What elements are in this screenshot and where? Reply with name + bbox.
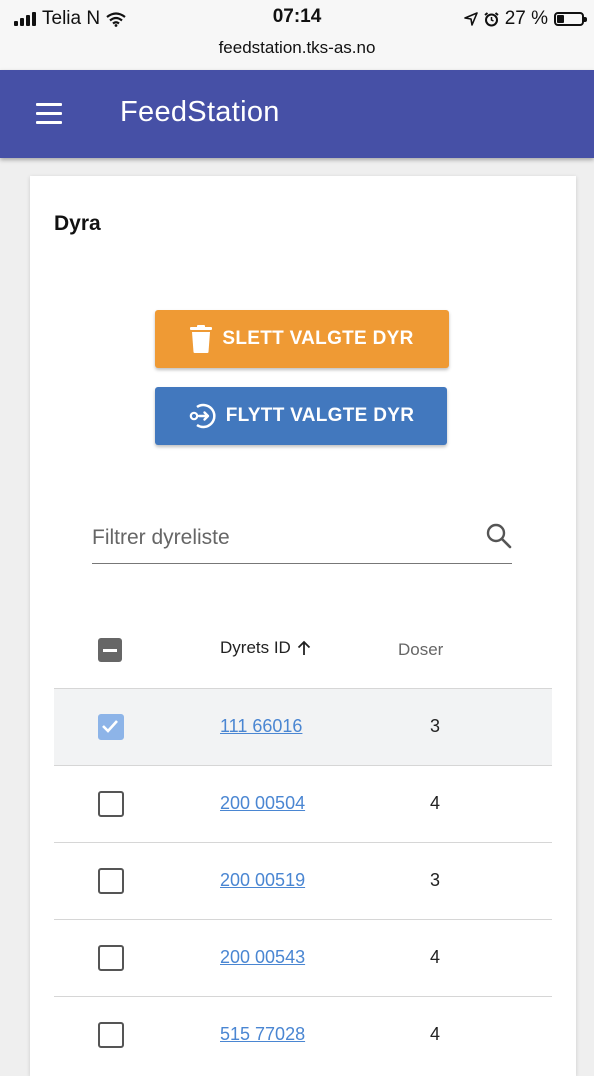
column-header-id-label: Dyrets ID	[220, 638, 291, 657]
doses-value: 4	[430, 793, 441, 813]
row-checkbox[interactable]	[98, 791, 124, 817]
card-title: Dyra	[54, 212, 101, 235]
search-icon[interactable]	[486, 523, 512, 549]
arrow-up-icon	[297, 640, 310, 655]
move-selected-label: FLYTT VALGTE DYR	[225, 405, 415, 426]
select-all-checkbox[interactable]	[98, 638, 122, 662]
animal-id-link[interactable]: 200 00504	[220, 793, 305, 814]
status-right: 27 %	[463, 8, 587, 30]
row-checkbox[interactable]	[98, 945, 124, 971]
battery-percent: 27 %	[504, 8, 548, 29]
doses-value: 4	[430, 1024, 441, 1044]
animal-id-link[interactable]: 200 00543	[220, 947, 305, 968]
checkmark-icon	[102, 720, 118, 733]
table-row[interactable]: 515 77028 4	[54, 996, 552, 1073]
animal-id-link[interactable]: 200 00519	[220, 870, 305, 891]
doses-value: 3	[430, 870, 441, 890]
delete-selected-label: SLETT VALGTE DYR	[222, 328, 414, 349]
location-icon	[463, 12, 478, 26]
table-row[interactable]: 200 00519 3	[54, 842, 552, 919]
app-title: FeedStation	[120, 96, 280, 128]
alarm-icon	[484, 11, 499, 26]
row-checkbox[interactable]	[98, 714, 124, 740]
table-row[interactable]: 200 00504 4	[54, 765, 552, 842]
column-header-doses: Doser	[398, 640, 444, 659]
animal-id-link[interactable]: 515 77028	[220, 1024, 305, 1045]
row-checkbox[interactable]	[98, 1022, 124, 1048]
trash-icon	[190, 325, 213, 353]
animals-card: Dyra SLETT VALGTE DYR FLYTT VALGTE DYR D…	[30, 176, 576, 1076]
delete-selected-button[interactable]: SLETT VALGTE DYR	[155, 310, 449, 368]
move-icon	[189, 403, 216, 429]
animal-table-body: 111 66016 3 200 00504 4 200 00519 3 200 …	[54, 688, 552, 1073]
url-label: feedstation.tks-as.no	[218, 38, 376, 57]
table-header: Dyrets ID Doser	[54, 616, 574, 688]
filter-input[interactable]	[92, 523, 452, 553]
row-checkbox[interactable]	[98, 868, 124, 894]
filter-field	[92, 517, 512, 564]
status-bar: Telia N 07:14 feedstation.tks-as.no 27 %	[0, 0, 594, 70]
doses-value: 3	[430, 716, 441, 736]
hamburger-menu-icon[interactable]	[36, 103, 64, 125]
table-row[interactable]: 200 00543 4	[54, 919, 552, 996]
table-row[interactable]: 111 66016 3	[54, 688, 552, 765]
app-bar: FeedStation	[0, 70, 594, 158]
move-selected-button[interactable]: FLYTT VALGTE DYR	[155, 387, 447, 445]
battery-icon	[554, 12, 587, 26]
doses-value: 4	[430, 947, 441, 967]
animal-id-link[interactable]: 111 66016	[220, 716, 302, 737]
column-header-id[interactable]: Dyrets ID	[220, 638, 311, 658]
